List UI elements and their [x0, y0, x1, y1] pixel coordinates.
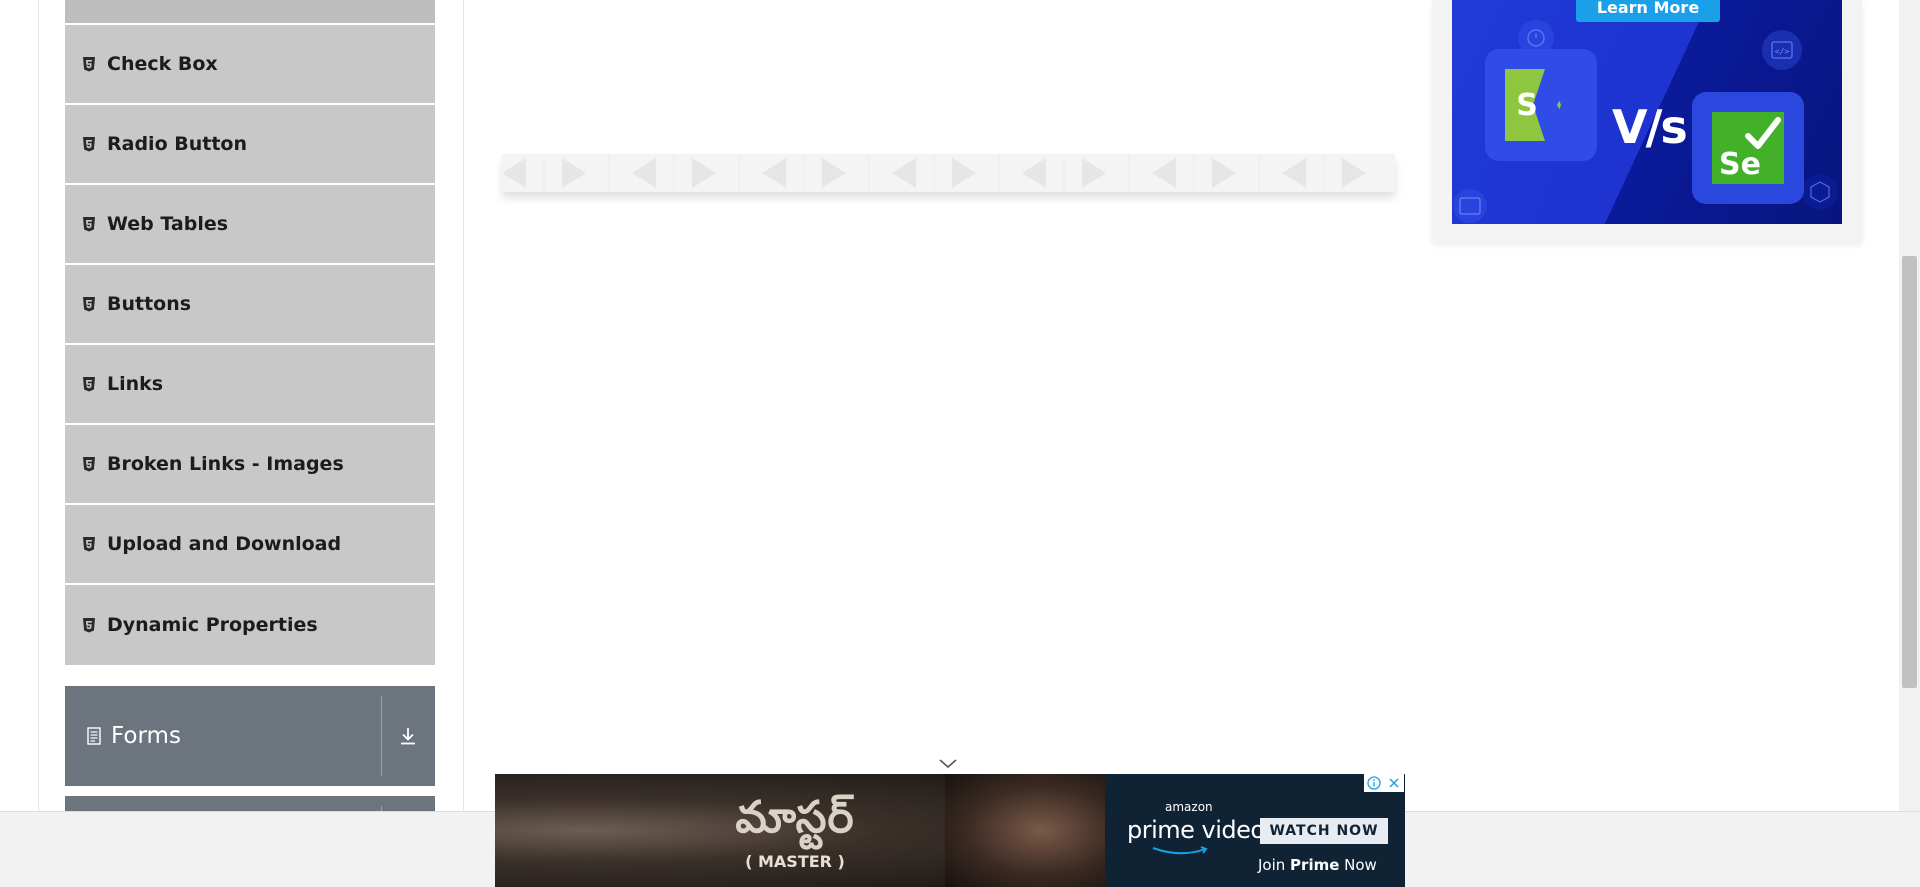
bottom-banner-ad[interactable]: మాస్టర్ ( MASTER ) amazon prime video WA… [495, 774, 1405, 887]
tagline-bold: Prime [1290, 856, 1340, 874]
left-sidebar: Check Box Radio Button Web Tables Button… [0, 0, 464, 811]
html5-icon [83, 376, 95, 392]
amazon-smile-icon [1152, 846, 1208, 855]
versus-text: V/s [1612, 100, 1688, 154]
movie-subtitle: ( MASTER ) [745, 852, 845, 871]
menu-item-label: Broken Links - Images [107, 453, 344, 475]
vertical-scrollbar-thumb[interactable] [1902, 256, 1917, 688]
close-icon[interactable] [1384, 774, 1404, 792]
sidebar-left-border [38, 0, 39, 811]
tagline-suffix: Now [1339, 856, 1377, 874]
html5-icon [83, 456, 95, 472]
menu-item-radio-button[interactable]: Radio Button [65, 105, 435, 185]
menu-item-partial[interactable] [65, 0, 435, 25]
ad-placeholder-strip [502, 154, 1395, 192]
movie-title: మాస్టర్ [735, 792, 855, 843]
adchoices-icon[interactable] [1364, 774, 1384, 792]
browser-icon [1453, 189, 1487, 223]
group-header-forms[interactable]: Forms [65, 686, 435, 786]
menu-item-upload-and-download[interactable]: Upload and Download [65, 505, 435, 585]
group-label: Forms [111, 723, 181, 749]
html5-icon [83, 536, 95, 552]
menu-item-web-tables[interactable]: Web Tables [65, 185, 435, 265]
katalon-logo: S [1485, 49, 1597, 161]
menu-item-label: Upload and Download [107, 533, 342, 555]
elements-menu-list: Check Box Radio Button Web Tables Button… [65, 0, 435, 665]
download-arrow-icon[interactable] [381, 686, 435, 786]
cube-icon [1802, 174, 1838, 210]
html5-icon [83, 617, 95, 633]
document-icon [87, 727, 101, 745]
html5-icon [83, 56, 95, 72]
menu-item-check-box[interactable]: Check Box [65, 25, 435, 105]
menu-item-label: Dynamic Properties [107, 614, 318, 636]
html5-icon [83, 136, 95, 152]
menu-item-links[interactable]: Links [65, 345, 435, 425]
katalon-letter: S [1516, 88, 1538, 123]
amazon-wordmark: amazon [1165, 800, 1213, 814]
menu-item-label: Buttons [107, 293, 192, 315]
menu-item-label: Links [107, 373, 164, 395]
group-header-next[interactable] [65, 796, 435, 811]
menu-item-buttons[interactable]: Buttons [65, 265, 435, 345]
menu-item-label: Web Tables [107, 213, 229, 235]
menu-item-broken-links-images[interactable]: Broken Links - Images [65, 425, 435, 505]
tagline-prefix: Join [1258, 856, 1291, 874]
ad-card-right: </> Learn More S V/s Se [1432, 0, 1862, 243]
prime-video-panel: amazon prime video WATCH NOW Join Prime … [1105, 774, 1405, 887]
code-icon: </> [1762, 30, 1802, 70]
html5-icon [83, 216, 95, 232]
chevron-down-icon[interactable] [938, 756, 958, 770]
learn-more-button[interactable]: Learn More [1576, 0, 1720, 22]
watch-now-button[interactable]: WATCH NOW [1260, 818, 1388, 844]
sidebar-right-border [463, 0, 464, 811]
ad-image[interactable]: </> Learn More S V/s Se [1452, 0, 1842, 224]
join-prime-tagline: Join Prime Now [1258, 856, 1377, 874]
prime-video-wordmark: prime video [1127, 816, 1265, 844]
svg-text:</>: </> [1775, 47, 1790, 56]
selenium-logo: Se [1692, 92, 1804, 204]
menu-item-dynamic-properties[interactable]: Dynamic Properties [65, 585, 435, 665]
menu-item-label: Check Box [107, 53, 218, 75]
selenium-text: Se [1719, 147, 1761, 182]
movie-poster-image-right [945, 774, 1105, 887]
html5-icon [83, 296, 95, 312]
menu-item-label: Radio Button [107, 133, 247, 155]
